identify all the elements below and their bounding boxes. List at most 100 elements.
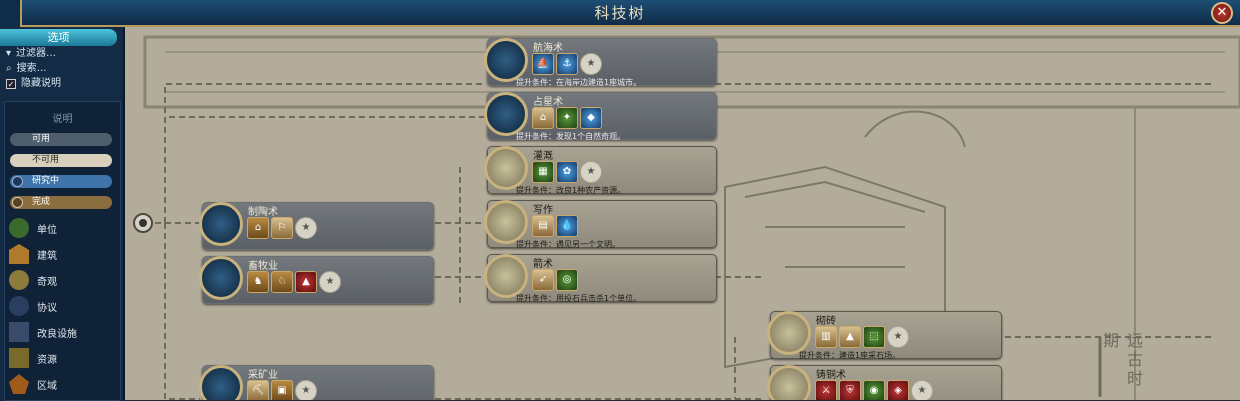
granary-icon: ⌂ — [247, 217, 269, 239]
boat-unit-icon: ⛵ — [532, 53, 554, 75]
masonry-icon — [767, 311, 811, 355]
sailing-icon — [484, 38, 528, 82]
camp-icon: ▲ — [295, 271, 317, 293]
district-icon — [9, 374, 29, 394]
chevron-down-icon: ▾ — [6, 48, 12, 59]
sidebar: 选项 ▾ 过滤器… ⌕ 搜索… ✓ 隐藏说明 说明 可用 不可用 研究中 完成 单位 … — [0, 27, 125, 401]
tech-name: 写作 — [533, 205, 553, 216]
plantation-icon: ✿ — [556, 161, 578, 183]
pasture-icon: ♞ — [247, 271, 269, 293]
close-icon[interactable]: ✕ — [1217, 5, 1228, 20]
animal-husbandry-icon — [199, 256, 243, 300]
quarry-icon: ▣ — [271, 380, 293, 400]
tech-card-writing[interactable]: 写作 ▤ 💧 提升条件：遇见另一个文明。 — [484, 200, 717, 249]
star-icon: ★ — [319, 271, 341, 293]
tech-requirement: 提升条件：用投石兵击杀1个单位。 — [516, 294, 642, 303]
legend-state-completed: 完成 — [10, 196, 112, 209]
tech-name: 灌溉 — [533, 151, 553, 162]
era-label: 远古时期 — [1100, 332, 1143, 389]
astrology-icon — [484, 92, 528, 136]
tech-requirement: 提升条件：在海岸边建造1座城市。 — [516, 78, 642, 87]
star-icon: ★ — [295, 217, 317, 239]
shrine-icon: ⌂ — [532, 107, 554, 129]
bronze-working-icon — [767, 365, 811, 400]
colossus-icon: ◉ — [863, 380, 885, 400]
quarry-improvement-icon: ⬚ — [863, 326, 885, 348]
writing-icon — [484, 200, 528, 244]
mine-icon: ⛏ — [247, 380, 269, 400]
star-icon: ★ — [580, 53, 602, 75]
legend-district: 区域 — [5, 371, 120, 397]
tech-card-mining[interactable]: 采矿业 ⛏ ▣ ★ — [199, 365, 434, 400]
search-option[interactable]: ⌕ 搜索… — [0, 61, 123, 76]
stonehenge-icon: ◆ — [580, 107, 602, 129]
archer-unit-icon: ➶ — [532, 269, 554, 291]
library-icon: ▤ — [532, 215, 554, 237]
tech-card-bronze-working[interactable]: 铸铜术 ⚔ ⛨ ◉ ◈ ★ — [767, 365, 1002, 400]
holy-site-icon: ✦ — [556, 107, 578, 129]
walls-icon: ▥ — [815, 326, 837, 348]
spearman-icon: ⚔ — [815, 380, 837, 400]
tech-name: 航海术 — [533, 43, 563, 54]
bow-icon: ◎ — [556, 269, 578, 291]
legend-panel: 说明 可用 不可用 研究中 完成 单位 建筑 奇观 协议 改良设施 资源 区域 — [4, 101, 121, 401]
harbor-icon: ⚓ — [556, 53, 578, 75]
tech-name: 占星术 — [533, 97, 563, 108]
legend-unit: 单位 — [5, 215, 120, 241]
farm-icon: ▦ — [532, 161, 554, 183]
tech-card-archery[interactable]: 箭术 ➶ ◎ 提升条件：用投石兵击杀1个单位。 — [484, 254, 717, 303]
pottery-icon — [199, 202, 243, 246]
corner-ornament — [0, 0, 22, 27]
legend-building: 建筑 — [5, 241, 120, 267]
legend-improvement: 改良设施 — [5, 319, 120, 345]
legend-state-unavailable: 不可用 — [10, 154, 112, 167]
tech-name: 箭术 — [533, 259, 553, 270]
star-icon: ★ — [911, 380, 933, 400]
iron-icon: ◈ — [887, 380, 909, 400]
legend-state-researching: 研究中 — [10, 175, 112, 188]
star-icon: ★ — [580, 161, 602, 183]
tech-card-masonry[interactable]: 砌砖 ▥ ▲ ⬚ ★ 提升条件：建造1座采石场。 — [767, 311, 1002, 360]
agreement-icon — [9, 296, 29, 316]
hide-legend-option[interactable]: ✓ 隐藏说明 — [0, 76, 123, 91]
tech-card-animal-husbandry[interactable]: 畜牧业 ♞ ♘ ▲ ★ — [199, 256, 434, 304]
tech-card-pottery[interactable]: 制陶术 ⌂ ⚐ ★ — [199, 202, 434, 250]
settler-icon: ⚐ — [271, 217, 293, 239]
window-title: 科技树 — [594, 4, 646, 22]
tech-requirement: 提升条件：发现1个自然奇观。 — [516, 132, 626, 141]
tech-name: 采矿业 — [248, 370, 278, 381]
tech-card-astrology[interactable]: 占星术 ⌂ ✦ ◆ 提升条件：发现1个自然奇观。 — [484, 92, 717, 141]
horses-icon: ♘ — [271, 271, 293, 293]
star-icon: ★ — [295, 380, 317, 400]
star-icon: ★ — [887, 326, 909, 348]
irrigation-icon — [484, 146, 528, 190]
improvement-icon — [9, 322, 29, 342]
checkbox-icon[interactable]: ✓ — [6, 78, 16, 89]
mining-icon — [199, 365, 243, 400]
close-button[interactable]: ✕ — [1211, 2, 1233, 24]
legend-title: 说明 — [52, 114, 73, 125]
legend-state-available: 可用 — [10, 133, 112, 146]
building-icon — [9, 244, 29, 264]
title-bar: 科技树 ✕ — [0, 0, 1240, 27]
filter-option[interactable]: ▾ 过滤器… — [0, 46, 123, 61]
legend-agreement: 协议 — [5, 293, 120, 319]
wonder-icon — [9, 270, 29, 290]
unit-icon — [9, 218, 29, 238]
legend-wonder: 奇观 — [5, 267, 120, 293]
search-icon: ⌕ — [6, 63, 12, 74]
resource-icon — [9, 348, 29, 368]
tech-name: 砌砖 — [816, 316, 836, 327]
tech-name: 畜牧业 — [248, 261, 278, 272]
tech-card-sailing[interactable]: 航海术 ⛵ ⚓ ★ 提升条件：在海岸边建造1座城市。 — [484, 38, 717, 87]
tech-requirement: 提升条件：改良1种农产资源。 — [516, 186, 626, 195]
options-header[interactable]: 选项 — [0, 29, 117, 46]
tech-name: 制陶术 — [248, 207, 278, 218]
tech-tree-canvas[interactable]: 远古时期 航海术 ⛵ ⚓ ★ 提升条件：在海岸边建造1座城市。 占星术 ⌂ ✦ ◆ 提升… — [125, 27, 1240, 400]
tech-requirement: 提升条件：遇见另一个文明。 — [516, 240, 620, 249]
encampment-icon: ⛨ — [839, 380, 861, 400]
tech-card-irrigation[interactable]: 灌溉 ▦ ✿ ★ 提升条件：改良1种农产资源。 — [484, 146, 717, 195]
legend-resource: 资源 — [5, 345, 120, 371]
pyramids-icon: ▲ — [839, 326, 861, 348]
campus-icon: 💧 — [556, 215, 578, 237]
